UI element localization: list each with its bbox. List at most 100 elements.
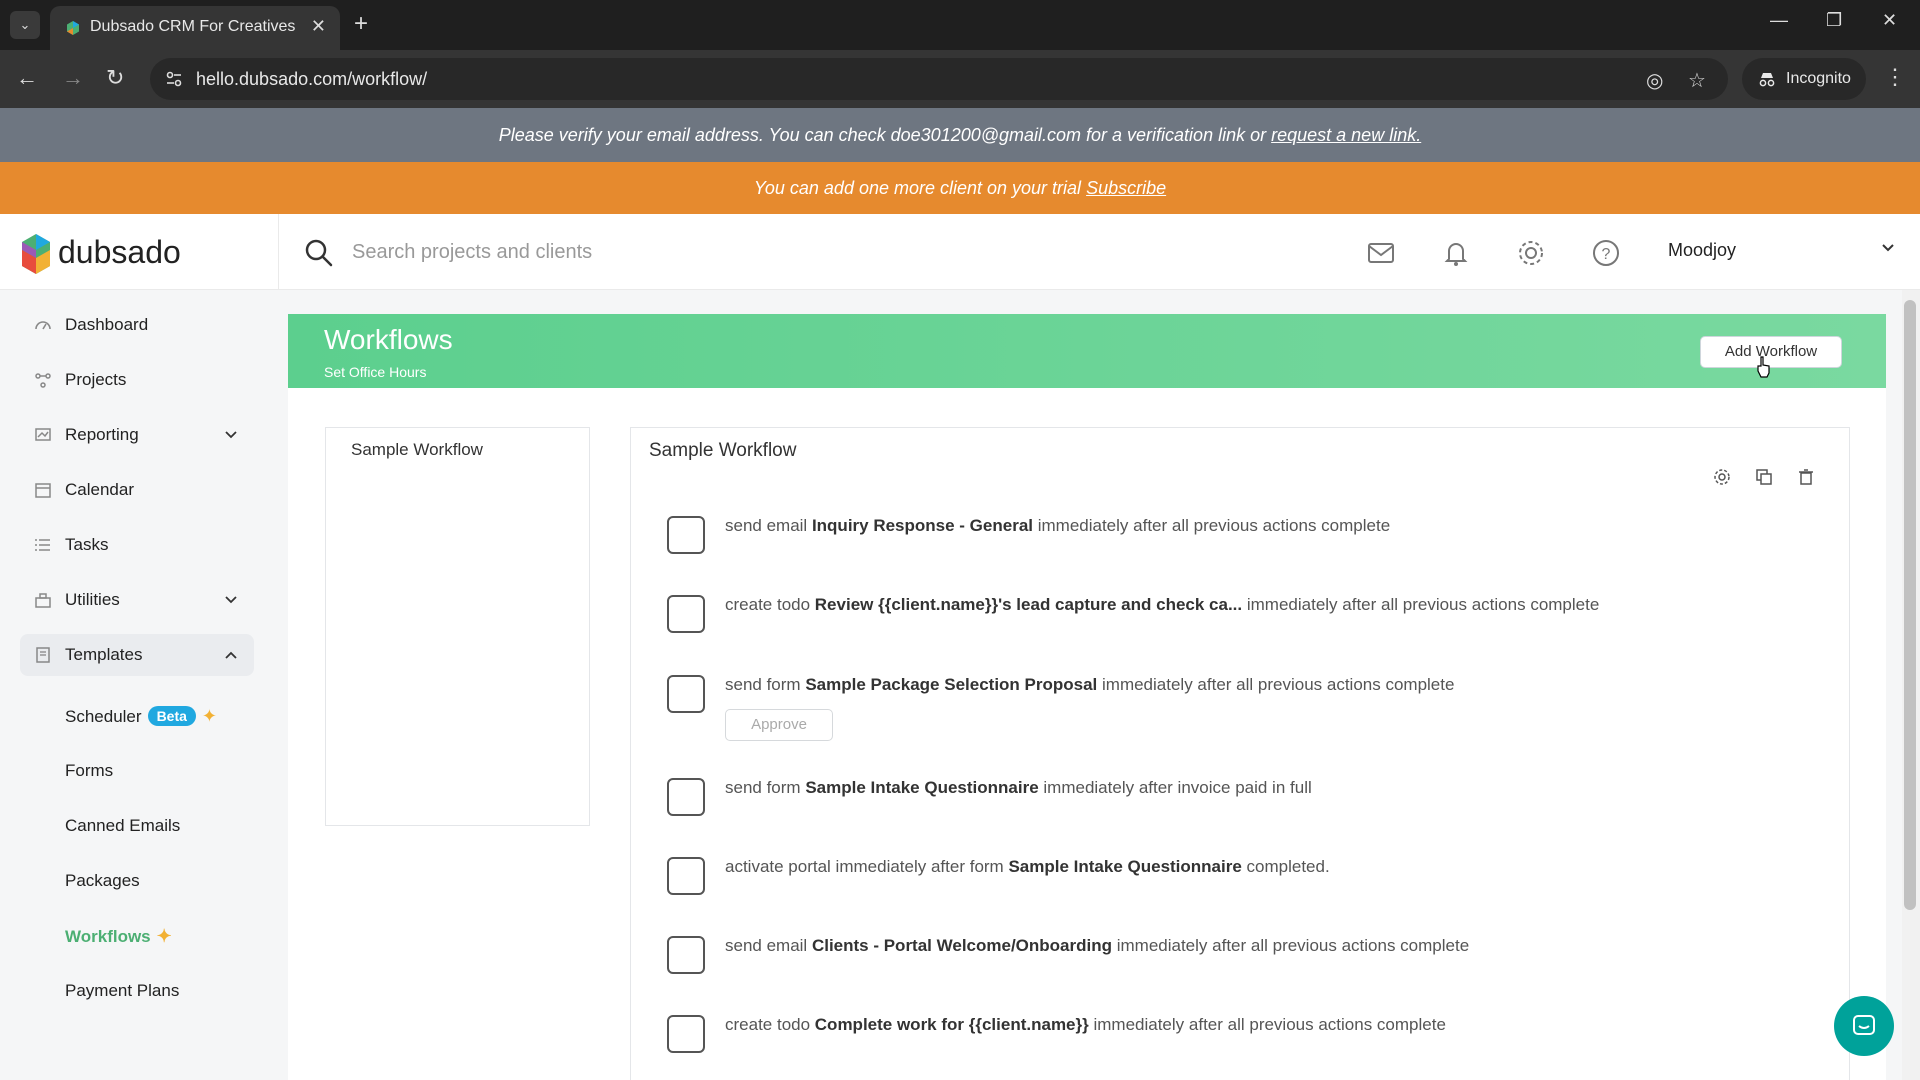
set-office-hours-link[interactable]: Set Office Hours — [324, 364, 426, 380]
step-text[interactable]: create todo Review {{client.name}}'s lea… — [725, 595, 1599, 615]
sidebar-sub-label: Packages — [65, 871, 140, 890]
bookmark-star-icon[interactable]: ☆ — [1688, 68, 1706, 93]
chevron-up-icon — [225, 651, 237, 659]
sparkle-icon: ✦ — [156, 926, 172, 946]
search-icon[interactable] — [304, 238, 334, 268]
workflow-detail: Sample Workflow send email Inquiry Respo… — [630, 427, 1850, 1080]
sidebar-sub-label: Workflows — [65, 927, 151, 946]
step-text[interactable]: create todo Complete work for {{client.n… — [725, 1015, 1446, 1035]
step-checkbox[interactable] — [667, 857, 705, 895]
sidebar-sub-label: Payment Plans — [65, 981, 180, 1000]
settings-gear-icon[interactable] — [1713, 468, 1731, 486]
workflow-list-item[interactable]: Sample Workflow — [351, 440, 483, 460]
restore-icon[interactable]: ❐ — [1826, 10, 1842, 31]
request-new-link[interactable]: request a new link. — [1271, 125, 1421, 145]
step-text[interactable]: send email Inquiry Response - General im… — [725, 516, 1390, 536]
sidebar-label: Templates — [65, 645, 143, 664]
step-checkbox[interactable] — [667, 778, 705, 816]
tab-close-icon[interactable]: ✕ — [311, 16, 326, 37]
beta-badge: Beta — [147, 706, 196, 726]
user-menu[interactable]: Moodjoy — [1668, 240, 1736, 261]
sidebar-sub-packages[interactable]: Packages — [65, 871, 140, 891]
step-text[interactable]: send email Clients - Portal Welcome/Onbo… — [725, 936, 1469, 956]
step-text[interactable]: activate portal immediately after form S… — [725, 857, 1330, 877]
workflow-list: Sample Workflow — [325, 427, 590, 826]
sidebar-label: Calendar — [65, 480, 134, 499]
sidebar-sub-forms[interactable]: Forms — [65, 761, 113, 781]
step-text[interactable]: send form Sample Package Selection Propo… — [725, 675, 1454, 695]
browser-menu-icon[interactable]: ⋮ — [1884, 64, 1906, 90]
sidebar-sub-workflows[interactable]: Workflows ✦ — [65, 926, 172, 947]
templates-icon — [36, 647, 50, 663]
sidebar-sub-scheduler[interactable]: Scheduler Beta ✦ — [65, 706, 217, 727]
back-icon[interactable]: ← — [16, 64, 38, 92]
browser-tab[interactable]: Dubsado CRM For Creatives ✕ — [50, 6, 340, 50]
eye-off-icon[interactable]: ◎ — [1646, 68, 1663, 93]
step-pre: create todo — [725, 1015, 815, 1034]
reporting-icon — [35, 428, 51, 441]
utilities-icon — [35, 593, 51, 608]
incognito-icon — [1759, 73, 1775, 87]
sidebar-label: Reporting — [65, 425, 139, 444]
step-post: immediately after invoice paid in full — [1038, 778, 1312, 797]
chat-widget-button[interactable] — [1834, 996, 1894, 1056]
tab-title: Dubsado CRM For Creatives — [90, 18, 296, 35]
step-checkbox[interactable] — [667, 595, 705, 633]
sidebar-item-reporting[interactable]: Reporting — [20, 414, 254, 456]
bell-icon[interactable] — [1441, 238, 1471, 268]
incognito-badge[interactable]: Incognito — [1742, 58, 1866, 100]
step-checkbox[interactable] — [667, 675, 705, 713]
trash-icon[interactable] — [1797, 468, 1815, 486]
dubsado-logo[interactable]: dubsado — [22, 226, 222, 278]
chevron-down-icon[interactable] — [1880, 240, 1896, 256]
sidebar-sub-payment-plans[interactable]: Payment Plans — [65, 981, 179, 1001]
address-bar[interactable]: hello.dubsado.com/workflow/ ◎ ☆ — [150, 58, 1728, 100]
duplicate-icon[interactable] — [1755, 468, 1773, 486]
sidebar-item-calendar[interactable]: Calendar — [20, 469, 254, 511]
chevron-down-icon — [225, 596, 237, 604]
subscribe-link[interactable]: Subscribe — [1086, 178, 1166, 198]
sidebar-sub-canned-emails[interactable]: Canned Emails — [65, 816, 180, 836]
step-item: Review {{client.name}}'s lead capture an… — [814, 595, 1243, 614]
step-post: completed. — [1241, 857, 1330, 876]
step-checkbox[interactable] — [667, 516, 705, 554]
step-text[interactable]: send form Sample Intake Questionnaire im… — [725, 778, 1312, 798]
sidebar-item-projects[interactable]: Projects — [20, 359, 254, 401]
step-pre: send email — [725, 936, 812, 955]
step-checkbox[interactable] — [667, 936, 705, 974]
scrollbar-thumb[interactable] — [1904, 300, 1916, 910]
sidebar: Dashboard Projects Reporting Calendar Ta… — [0, 290, 270, 1080]
sidebar-item-tasks[interactable]: Tasks — [20, 524, 254, 566]
sidebar-label: Tasks — [65, 535, 109, 554]
settings-gear-icon[interactable] — [1516, 238, 1546, 268]
minimize-icon[interactable]: — — [1770, 10, 1788, 31]
mail-icon[interactable] — [1366, 238, 1396, 268]
tasks-icon — [35, 539, 50, 551]
sparkle-icon: ✦ — [201, 706, 218, 726]
sidebar-item-templates[interactable]: Templates — [20, 634, 254, 676]
trial-banner: You can add one more client on your tria… — [0, 162, 1920, 214]
site-settings-icon[interactable] — [164, 69, 184, 89]
forward-icon[interactable]: → — [62, 64, 84, 92]
sidebar-sub-label: Scheduler — [65, 707, 142, 726]
step-post: immediately after all previous actions c… — [1112, 936, 1470, 955]
sidebar-item-dashboard[interactable]: Dashboard — [20, 304, 254, 346]
svg-text:?: ? — [1602, 246, 1611, 263]
approve-button[interactable]: Approve — [725, 709, 833, 741]
reload-icon[interactable]: ↻ — [106, 64, 124, 92]
verify-email-banner: Please verify your email address. You ca… — [0, 108, 1920, 162]
window-close-icon[interactable]: ✕ — [1882, 10, 1897, 31]
step-pre: send form — [725, 778, 806, 797]
step-pre: create todo — [725, 595, 815, 614]
step-checkbox[interactable] — [667, 1015, 705, 1053]
new-tab-icon[interactable]: + — [354, 10, 368, 38]
tab-search-chevron-icon[interactable]: ⌄ — [10, 11, 40, 39]
incognito-label: Incognito — [1786, 70, 1851, 87]
step-item: Clients - Portal Welcome/Onboarding — [811, 936, 1112, 955]
sidebar-item-utilities[interactable]: Utilities — [20, 579, 254, 621]
dubsado-logo-icon — [22, 234, 50, 274]
search-input[interactable] — [352, 234, 1312, 270]
app-header: dubsado ? Moodjoy — [0, 214, 1920, 290]
help-icon[interactable]: ? — [1591, 238, 1621, 268]
step-post: immediately after all previous actions c… — [1242, 595, 1600, 614]
